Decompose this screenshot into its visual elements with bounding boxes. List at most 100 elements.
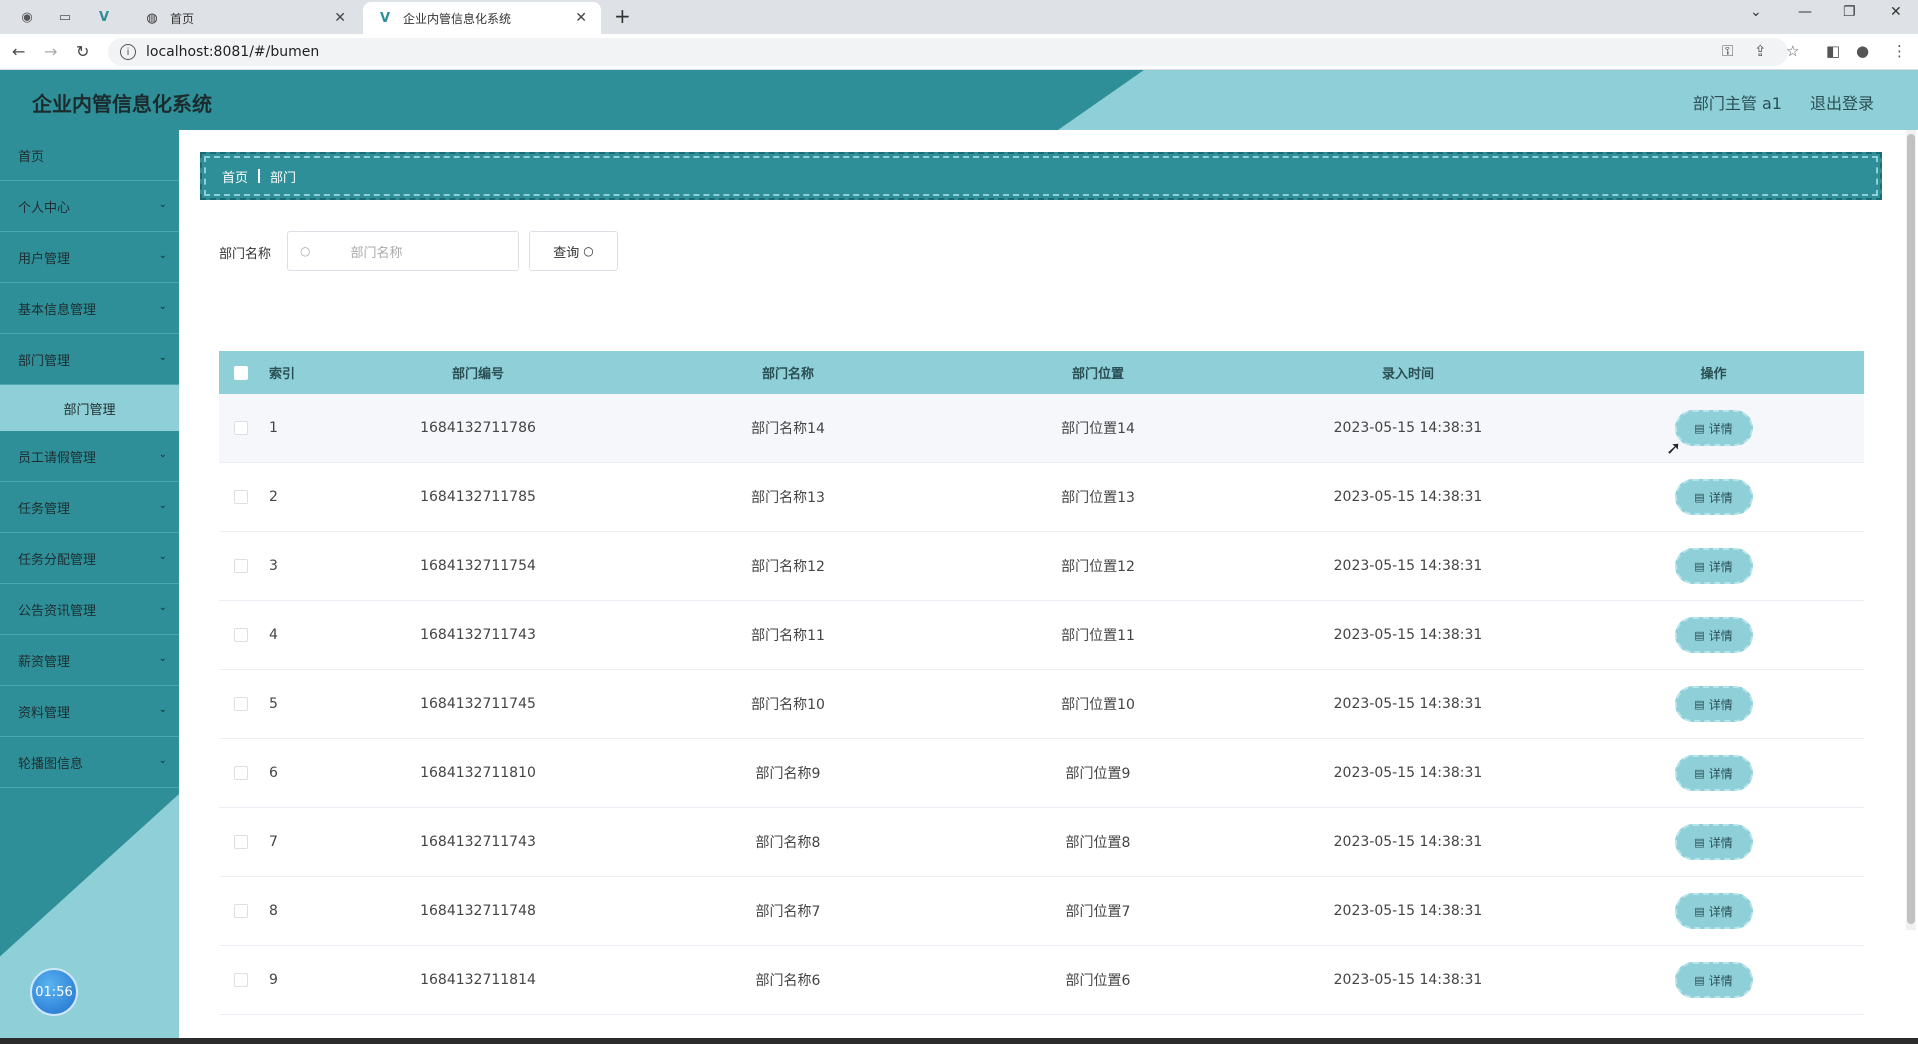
breadcrumb-home[interactable]: 首页 xyxy=(222,167,248,186)
sidebar-item[interactable]: 公告资讯管理 ⌄ xyxy=(0,584,179,635)
sidebar-item[interactable]: 薪资管理 ⌄ xyxy=(0,635,179,686)
cell-dept-no: 1684132711743 xyxy=(420,834,536,850)
reload-icon[interactable]: ↻ xyxy=(76,42,89,61)
detail-button[interactable]: ▤ 详情 xyxy=(1674,755,1753,791)
document-icon: ▤ xyxy=(1694,973,1705,987)
chevron-down-icon: ⌄ xyxy=(158,449,167,460)
cell-dept-no: 1684132711748 xyxy=(420,903,536,919)
cell-dept-name: 部门名称10 xyxy=(751,697,825,713)
star-icon[interactable]: ☆ xyxy=(1786,42,1799,60)
row-checkbox[interactable] xyxy=(234,559,248,573)
select-all-checkbox[interactable] xyxy=(234,365,248,380)
detail-button-label: 详情 xyxy=(1708,766,1733,781)
header-user-area: 部门主管 a1 退出登录 xyxy=(1693,90,1874,114)
restore-icon[interactable]: ❐ xyxy=(1843,4,1856,20)
new-tab-icon[interactable]: + xyxy=(614,4,631,28)
sidepanel-icon[interactable]: ◧ xyxy=(1826,42,1840,60)
cell-dept-name: 部门名称14 xyxy=(751,421,825,437)
sidebar-item-label: 任务管理 xyxy=(18,501,71,517)
detail-button[interactable]: ▤ 详情 xyxy=(1674,824,1753,860)
row-checkbox[interactable] xyxy=(234,766,248,780)
row-checkbox[interactable] xyxy=(234,628,248,642)
row-checkbox[interactable] xyxy=(234,697,248,711)
share-icon[interactable]: ⇪ xyxy=(1754,42,1767,60)
sidebar-item[interactable]: 首页 xyxy=(0,130,179,181)
back-icon[interactable]: ← xyxy=(12,42,25,61)
table-header: 索引 部门编号 部门名称 部门位置 录入时间 操作 xyxy=(219,351,1864,394)
clock-widget[interactable]: 01:56 xyxy=(30,968,78,1016)
detail-button-label: 详情 xyxy=(1708,835,1733,850)
table-row: 2 1684132711785 部门名称13 部门位置13 2023-05-15 14:… xyxy=(219,463,1864,532)
tab-home[interactable]: ◍ 首页 ✕ xyxy=(130,2,360,34)
app-header: 企业内管信息化系统 部门主管 a1 退出登录 xyxy=(0,70,1918,130)
cell-dept-no: 1684132711786 xyxy=(420,420,536,436)
cell-index: 3 xyxy=(269,558,278,574)
detail-button[interactable]: ▤ 详情 xyxy=(1674,893,1753,929)
chevron-down-icon: ⌄ xyxy=(158,199,167,210)
row-checkbox[interactable] xyxy=(234,904,248,918)
sidebar-menu: 首页 个人中心 ⌄ 用户管理 ⌄ 基本信息管理 ⌄ 部门管理 ⌄ 部门管理 员工请假管理 ⌄ 任务管理 ⌄… xyxy=(0,130,179,788)
chrome-icon[interactable]: ◉ xyxy=(16,6,38,28)
detail-button[interactable]: ▤ 详情 xyxy=(1674,410,1753,446)
cell-dept-no: 1684132711814 xyxy=(420,972,536,988)
tab-app[interactable]: V 企业内管信息化系统 ✕ xyxy=(363,2,601,34)
minimize-icon[interactable]: — xyxy=(1798,4,1812,20)
taskbar-edge xyxy=(0,1038,1918,1044)
document-icon: ▤ xyxy=(1694,904,1705,918)
forward-icon[interactable]: → xyxy=(44,42,57,61)
cell-dept-location: 部门位置7 xyxy=(1065,904,1131,920)
scrollbar-thumb[interactable] xyxy=(1907,134,1915,924)
cell-dept-location: 部门位置11 xyxy=(1061,628,1135,644)
more-icon[interactable]: ⋮ xyxy=(1892,42,1907,60)
window-close-icon[interactable]: ✕ xyxy=(1890,4,1902,20)
blank-tab-icon[interactable]: ▭ xyxy=(54,6,76,28)
profile-icon[interactable]: ● xyxy=(1856,42,1869,60)
cell-dept-location: 部门位置8 xyxy=(1065,835,1131,851)
cell-index: 5 xyxy=(269,696,278,712)
query-button[interactable]: 查询 ○ xyxy=(529,231,618,271)
vue-tab-icon[interactable]: V xyxy=(93,6,115,28)
cell-dept-name: 部门名称13 xyxy=(751,490,825,506)
chevron-down-icon: ⌄ xyxy=(158,755,167,766)
detail-button[interactable]: ▤ 详情 xyxy=(1674,548,1753,584)
close-icon[interactable]: ✕ xyxy=(575,10,587,26)
sidebar-item[interactable]: 任务管理 ⌄ xyxy=(0,482,179,533)
detail-button[interactable]: ▤ 详情 xyxy=(1674,617,1753,653)
cell-dept-name: 部门名称12 xyxy=(751,559,825,575)
sidebar-item[interactable]: 任务分配管理 ⌄ xyxy=(0,533,179,584)
key-icon[interactable]: ⚿ xyxy=(1722,42,1733,60)
header-dept-name: 部门名称 xyxy=(761,367,814,382)
breadcrumb-current: 部门 xyxy=(270,170,297,186)
header-entry-time: 录入时间 xyxy=(1381,367,1434,382)
detail-button[interactable]: ▤ 详情 xyxy=(1674,479,1753,515)
sidebar-item[interactable]: 个人中心 ⌄ xyxy=(0,181,179,232)
sidebar-item[interactable]: 轮播图信息 ⌄ xyxy=(0,737,179,788)
logout-button[interactable]: 退出登录 xyxy=(1810,90,1874,114)
sidebar-item[interactable]: 部门管理 ⌄ xyxy=(0,334,179,385)
row-checkbox[interactable] xyxy=(234,490,248,504)
sidebar-item[interactable]: 用户管理 ⌄ xyxy=(0,232,179,283)
chevron-down-icon[interactable]: ⌄ xyxy=(1750,4,1762,20)
url-field[interactable]: i localhost:8081/#/bumen xyxy=(108,38,1788,66)
cell-dept-name: 部门名称9 xyxy=(755,766,821,782)
cell-entry-time: 2023-05-15 14:38:31 xyxy=(1333,696,1483,712)
info-icon[interactable]: i xyxy=(120,44,136,60)
sidebar-decoration xyxy=(0,794,179,1044)
cell-entry-time: 2023-05-15 14:38:31 xyxy=(1333,765,1483,781)
detail-button-label: 详情 xyxy=(1708,421,1733,436)
detail-button[interactable]: ▤ 详情 xyxy=(1674,686,1753,722)
row-checkbox[interactable] xyxy=(234,421,248,435)
row-checkbox[interactable] xyxy=(234,835,248,849)
detail-button[interactable]: ▤ 详情 xyxy=(1674,962,1753,998)
scrollbar[interactable] xyxy=(1906,130,1916,930)
sidebar-item-label: 公告资讯管理 xyxy=(18,603,97,619)
row-checkbox[interactable] xyxy=(234,973,248,987)
table-row: 4 1684132711743 部门名称11 部门位置11 2023-05-15 14:… xyxy=(219,601,1864,670)
sidebar-subitem-active[interactable]: 部门管理 xyxy=(0,385,179,431)
sidebar-item[interactable]: 员工请假管理 ⌄ xyxy=(0,431,179,482)
close-icon[interactable]: ✕ xyxy=(334,10,346,26)
chevron-down-icon: ⌄ xyxy=(158,602,167,613)
sidebar-item[interactable]: 资料管理 ⌄ xyxy=(0,686,179,737)
sidebar-item[interactable]: 基本信息管理 ⌄ xyxy=(0,283,179,334)
search-input[interactable]: ○ 部门名称 xyxy=(287,231,519,271)
